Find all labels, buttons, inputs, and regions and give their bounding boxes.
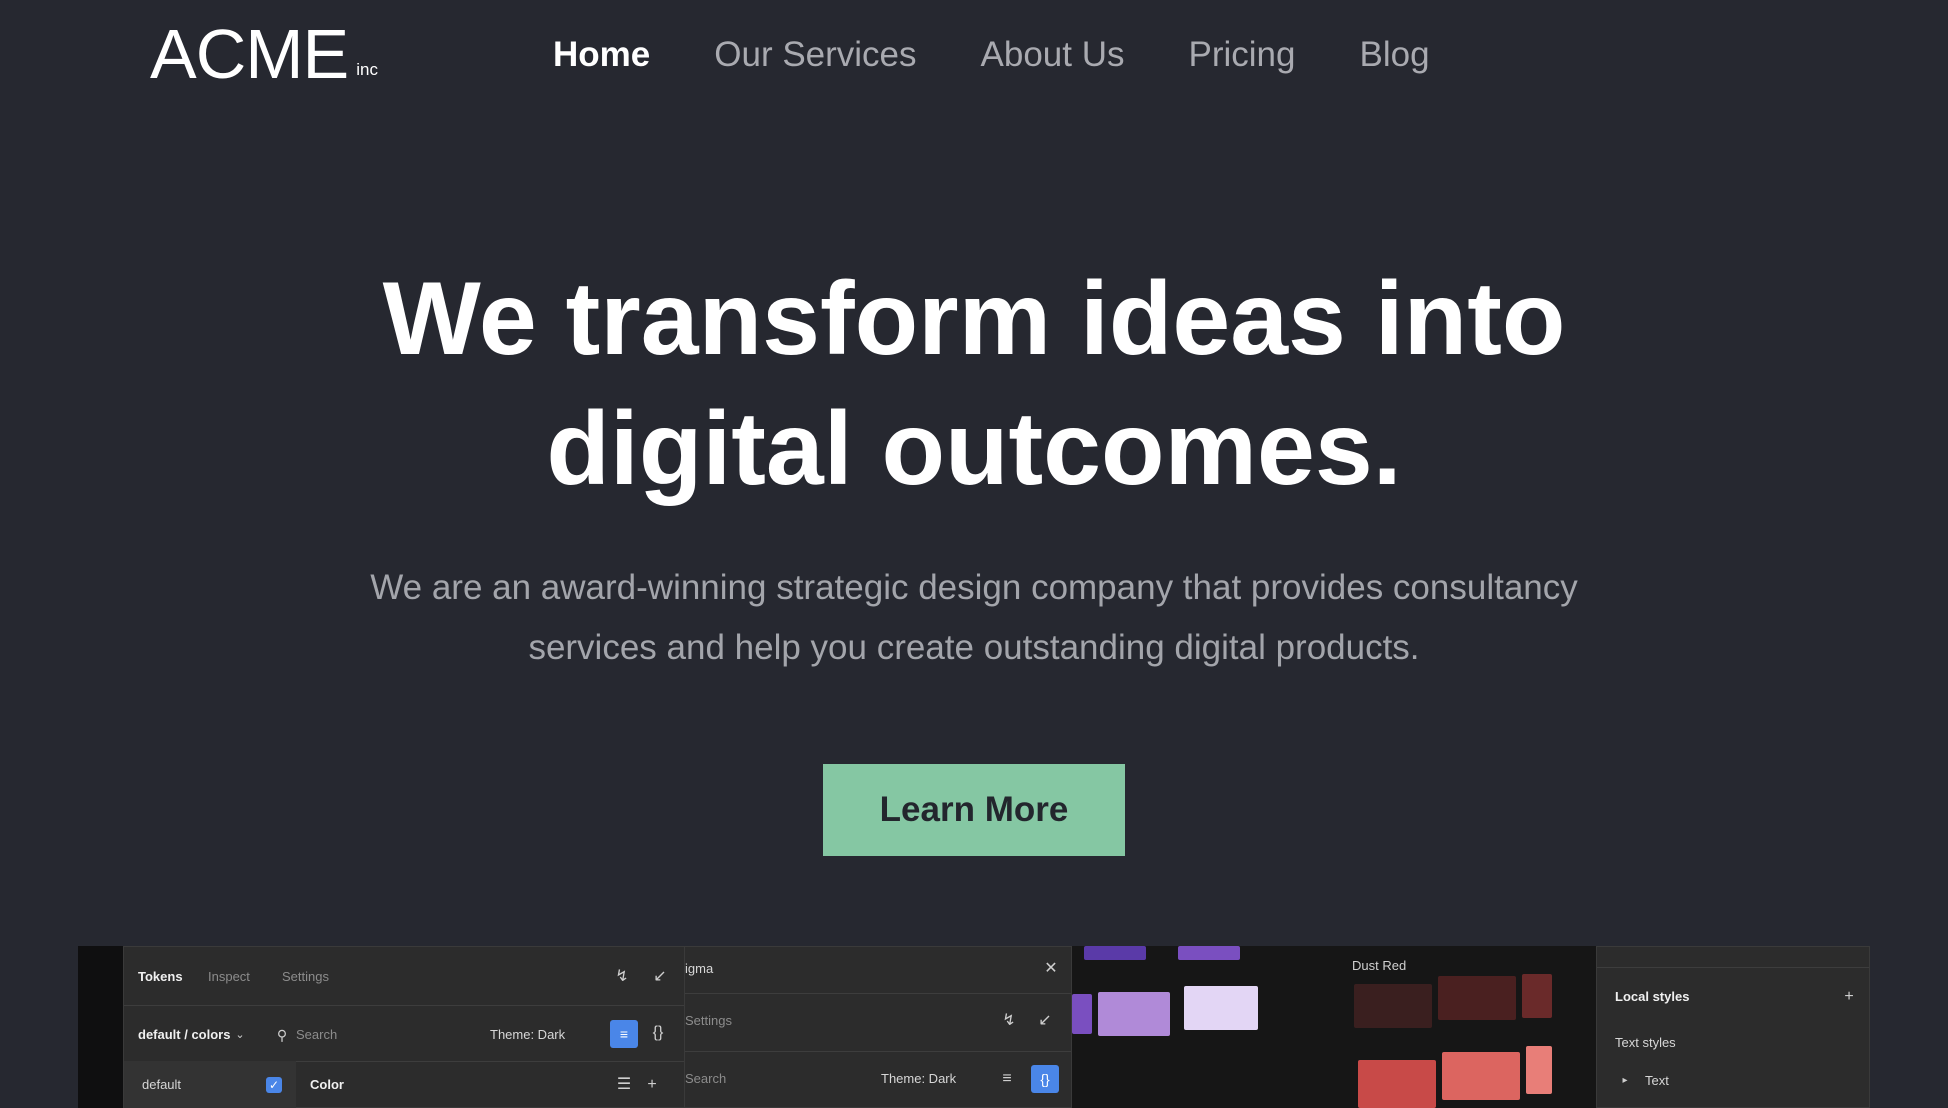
plugin-window-toolbar: Search Theme: Dark ≡ {} [685,1051,1071,1108]
nav-blog[interactable]: Blog [1359,30,1429,80]
purple-swatch-2 [1178,946,1240,960]
tab-tokens[interactable]: Tokens [138,969,183,984]
main-nav: Home Our Services About Us Pricing Blog [553,30,1430,80]
product-preview: Tokens Inspect Settings ↯ ↙ default / co… [78,946,1870,1108]
purple-swatch-4 [1098,992,1170,1036]
plugin-tabs-row: Tokens Inspect Settings ↯ ↙ [124,947,730,1006]
chevron-down-icon: ⌄ [235,1029,245,1041]
red-palette: Dust Red [1308,946,1596,1108]
hero-subtitle-line-1: We are an award-winning strategic design… [370,568,1578,607]
add-icon[interactable]: + [642,1075,662,1095]
red-swatch-2 [1438,976,1516,1020]
red-swatch-6 [1526,1046,1552,1094]
logo-suffix: inc [356,60,378,79]
search-input[interactable]: Search [296,1027,337,1042]
plugin-window-titlebar: igma ✕ [685,947,1071,994]
styles-divider [1597,947,1869,968]
tab-inspect[interactable]: Inspect [208,969,250,984]
hero-title-line-2: digital outcomes. [546,391,1402,507]
local-styles-title: Local styles [1615,989,1690,1004]
minimize-icon[interactable]: ↙ [650,967,670,987]
plugin-window-title: igma [685,961,714,976]
nav-home[interactable]: Home [553,30,650,80]
search-icon: ⚲ [276,1027,288,1043]
search-input-2[interactable]: Search [685,1071,726,1086]
learn-more-button[interactable]: Learn More [823,764,1125,856]
theme-selector[interactable]: Theme: Dark [490,1027,565,1042]
purple-swatch-5 [1184,986,1258,1030]
red-swatch-4 [1358,1060,1436,1108]
token-set-list: default ✓ [124,1061,296,1108]
plugin-window: igma ✕ Settings ↯ ↙ Search Theme: Dark ≡… [684,946,1072,1108]
close-icon[interactable]: ✕ [1041,959,1061,979]
text-styles-label: Text styles [1615,1035,1676,1050]
nav-pricing[interactable]: Pricing [1189,30,1296,80]
token-set-selector[interactable]: default / colors [138,1027,230,1042]
hero-title-line-1: We transform ideas into [382,261,1566,377]
purple-swatch-1 [1084,946,1146,960]
local-styles-panel: Local styles + Text styles ▸ Text [1596,946,1870,1108]
chevron-right-icon[interactable]: ▸ [1615,1071,1635,1091]
logo-text: ACME [150,15,349,93]
plugin-panel: Tokens Inspect Settings ↯ ↙ default / co… [123,946,731,1108]
add-icon[interactable]: + [1839,987,1859,1007]
tab-settings[interactable]: Settings [282,969,329,984]
json-view-icon[interactable]: {} [1031,1065,1059,1093]
tab-settings-2[interactable]: Settings [685,1013,732,1028]
nav-about-us[interactable]: About Us [981,30,1125,80]
hero-subtitle: We are an award-winning strategic design… [324,558,1624,678]
color-group-label[interactable]: Color [310,1077,344,1092]
logo[interactable]: ACME inc [150,16,378,92]
json-view-icon[interactable]: {} [648,1023,668,1043]
theme-selector-2[interactable]: Theme: Dark [881,1071,956,1086]
token-set-default[interactable]: default [142,1077,181,1092]
nav-our-services[interactable]: Our Services [714,30,916,80]
purple-palette [1072,946,1308,1108]
list-icon[interactable]: ☰ [614,1075,634,1095]
list-view-icon[interactable]: ≡ [997,1069,1017,1089]
plugin-window-tabs: Settings ↯ ↙ [685,993,1071,1052]
lightning-icon[interactable]: ↯ [999,1011,1019,1031]
red-swatch-3 [1522,974,1552,1018]
red-swatch-1 [1354,984,1432,1028]
check-icon[interactable]: ✓ [266,1077,282,1093]
lightning-icon[interactable]: ↯ [612,967,632,987]
purple-swatch-3 [1072,994,1092,1034]
palette-title: Dust Red [1352,958,1407,973]
hero-title: We transform ideas into digital outcomes… [0,254,1948,514]
red-swatch-5 [1442,1052,1520,1100]
minimize-icon[interactable]: ↙ [1035,1011,1055,1031]
text-style-item[interactable]: Text [1645,1073,1669,1088]
list-view-icon[interactable]: ≡ [610,1020,638,1048]
hero-subtitle-line-2: services and help you create outstanding… [528,628,1420,667]
plugin-toolbar: default / colors ⌄ ⚲ Search Theme: Dark … [124,1005,730,1062]
